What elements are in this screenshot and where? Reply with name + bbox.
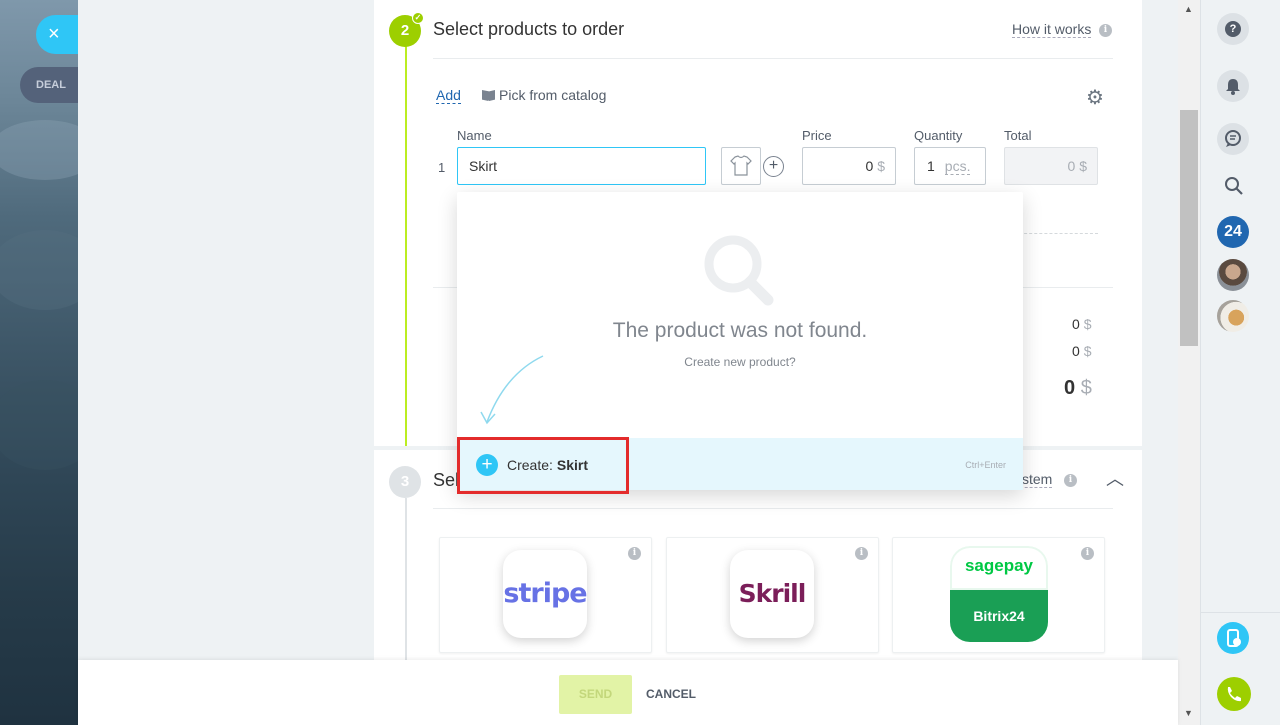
row-index: 1 xyxy=(438,160,446,175)
info-icon[interactable]: i xyxy=(1064,474,1077,487)
phone-icon xyxy=(1227,687,1241,702)
info-icon[interactable]: i xyxy=(855,547,868,560)
deal-tab[interactable]: DEAL xyxy=(20,67,84,103)
summary-currency: $ xyxy=(1083,316,1092,332)
check-icon: ✓ xyxy=(412,12,424,24)
chat-button[interactable] xyxy=(1217,123,1249,155)
book-icon xyxy=(482,90,495,101)
phone-device-icon xyxy=(1227,629,1241,647)
price-input[interactable]: 0 $ xyxy=(802,147,896,185)
step-number: 2 xyxy=(400,22,410,39)
quantity-unit-selector[interactable]: pcs. xyxy=(944,158,971,175)
how-it-works-link[interactable]: How it works xyxy=(1012,21,1092,38)
column-total-label: Total xyxy=(1004,128,1032,143)
add-image-plus-icon[interactable]: + xyxy=(763,156,784,177)
bell-icon xyxy=(1226,79,1240,95)
price-currency: $ xyxy=(877,158,885,174)
summary-currency: $ xyxy=(1083,343,1092,359)
send-button[interactable]: SEND xyxy=(559,675,632,714)
call-button[interactable] xyxy=(1217,677,1251,711)
scroll-down-arrow-icon[interactable]: ▼ xyxy=(1184,708,1193,718)
divider xyxy=(433,58,1113,59)
bg-ridge xyxy=(0,120,78,180)
info-icon[interactable]: i xyxy=(1081,547,1094,560)
step-2-title: Select products to order xyxy=(433,19,625,39)
add-product-link[interactable]: Add xyxy=(436,87,461,104)
divider xyxy=(1201,612,1280,613)
background-landscape xyxy=(0,0,78,725)
chevron-up-icon[interactable]: ︿ xyxy=(1106,465,1124,491)
column-name-label: Name xyxy=(457,128,492,143)
search-icon xyxy=(704,235,774,306)
catalog-label: Pick from catalog xyxy=(499,87,607,103)
summary-value: 0 xyxy=(1072,316,1080,332)
payment-provider-stripe[interactable]: i stripe xyxy=(439,537,652,653)
summary-value: 0 xyxy=(1072,343,1080,359)
divider xyxy=(1014,233,1098,234)
stripe-logo: stripe xyxy=(503,550,588,638)
close-slider-button[interactable]: × xyxy=(36,15,82,54)
step-3-badge: 3 xyxy=(389,466,421,498)
total-value: 0 xyxy=(1067,158,1076,174)
price-value: 0 xyxy=(865,158,874,174)
user-avatar[interactable] xyxy=(1217,259,1249,291)
sagepay-logo-bottom: Bitrix24 xyxy=(950,590,1048,642)
product-image-button[interactable] xyxy=(721,147,761,185)
gear-icon[interactable]: ⚙ xyxy=(1086,85,1104,110)
bg-ridge xyxy=(0,230,78,310)
total-field: 0 $ xyxy=(1004,147,1098,185)
column-quantity-label: Quantity xyxy=(914,128,963,143)
notifications-button[interactable] xyxy=(1217,70,1249,102)
close-icon: × xyxy=(48,23,60,45)
summary-value: 0 xyxy=(1064,377,1076,399)
user-avatar[interactable] xyxy=(1217,300,1249,332)
step-2-badge: 2 ✓ xyxy=(389,12,424,47)
help-button[interactable]: ? xyxy=(1217,13,1249,45)
payment-provider-skrill[interactable]: i Skrill xyxy=(666,537,879,653)
info-icon[interactable]: i xyxy=(1099,24,1112,37)
tshirt-icon xyxy=(730,155,752,176)
step-timeline-line xyxy=(405,498,407,660)
help-icon: ? xyxy=(1225,21,1241,37)
step-timeline-line xyxy=(405,40,407,450)
chat-icon xyxy=(1225,130,1241,147)
panel-scrollbar[interactable]: ▲ ▼ xyxy=(1178,0,1200,725)
bitrix24-avatar[interactable]: 24 xyxy=(1217,216,1249,248)
mobile-app-button[interactable] xyxy=(1217,622,1249,654)
step-3-title: Sel xyxy=(433,470,460,490)
sagepay-logo-top: sagepay xyxy=(950,546,1048,590)
skrill-logo: Skrill xyxy=(730,550,814,638)
curved-arrow-icon xyxy=(480,355,544,425)
bg-ridge xyxy=(0,380,78,470)
column-price-label: Price xyxy=(802,128,832,143)
not-found-title: The product was not found. xyxy=(612,319,868,342)
cancel-button[interactable]: CANCEL xyxy=(646,675,696,714)
summary-subtotal: 0 $ xyxy=(1072,316,1091,332)
search-icon[interactable] xyxy=(1223,175,1245,197)
summary-total: 0 $ xyxy=(1064,377,1092,400)
total-currency: $ xyxy=(1079,158,1087,174)
keyboard-shortcut-hint: Ctrl+Enter xyxy=(965,460,1006,470)
pick-from-catalog-link[interactable]: Pick from catalog xyxy=(482,87,606,103)
summary-discount: 0 $ xyxy=(1072,343,1091,359)
quantity-value: 1 xyxy=(927,158,935,174)
divider xyxy=(433,508,1113,509)
summary-currency: $ xyxy=(1080,377,1092,399)
right-sidebar: ? 24 xyxy=(1200,0,1280,725)
scrollbar-thumb[interactable] xyxy=(1180,110,1198,346)
payment-provider-sagepay[interactable]: i sagepay Bitrix24 xyxy=(892,537,1105,653)
form-action-bar: SEND CANCEL xyxy=(78,660,1178,725)
info-icon[interactable]: i xyxy=(628,547,641,560)
scroll-up-arrow-icon[interactable]: ▲ xyxy=(1184,4,1193,14)
quantity-input[interactable]: 1 pcs. xyxy=(914,147,986,185)
highlight-annotation-box xyxy=(457,437,629,494)
product-name-input[interactable]: Skirt xyxy=(457,147,706,185)
sagepay-logo: sagepay Bitrix24 xyxy=(950,546,1048,642)
